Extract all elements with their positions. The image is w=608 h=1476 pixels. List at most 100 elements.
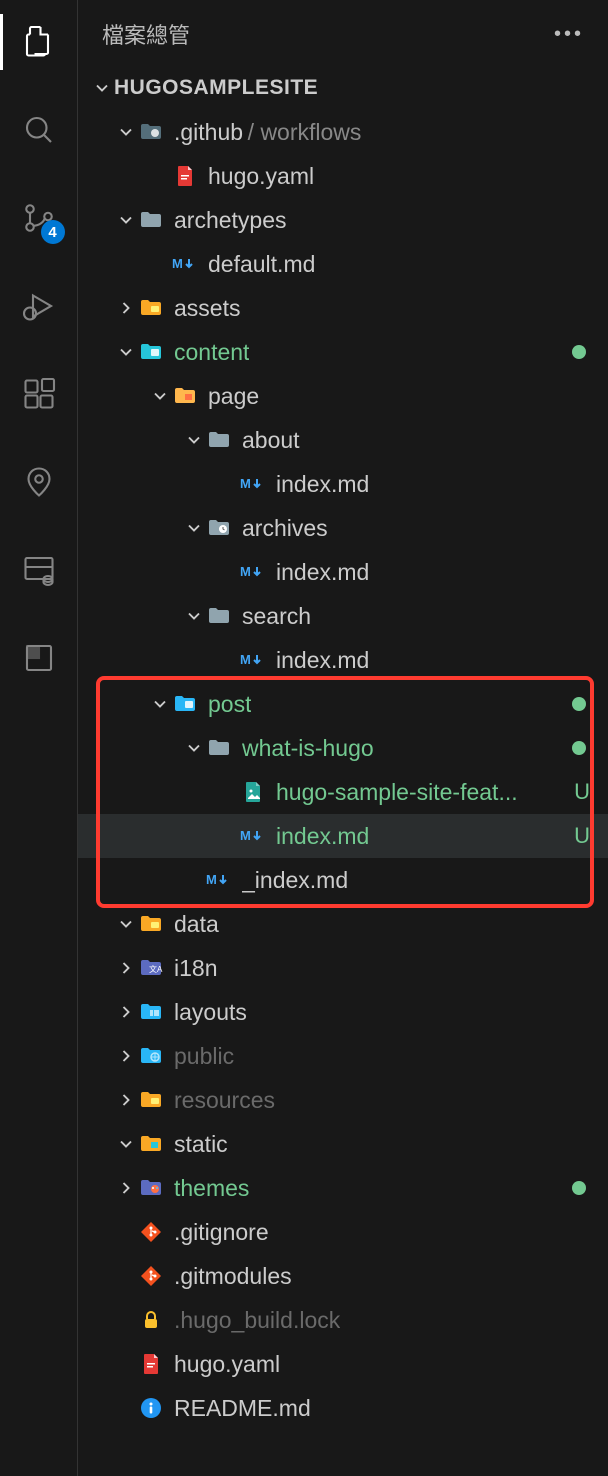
tree-file[interactable]: M _index.md: [78, 858, 608, 902]
sidebar-title: 檔案總管: [102, 18, 190, 50]
folder-layouts-icon: [138, 999, 164, 1025]
tree-folder[interactable]: .github / workflows: [78, 110, 608, 154]
chevron-down-icon[interactable]: [114, 340, 138, 364]
folder-yellow-icon: [138, 295, 164, 321]
yaml-red-icon: [138, 1351, 164, 1377]
tree-folder[interactable]: archetypes: [78, 198, 608, 242]
tree-file[interactable]: Mindex.md: [78, 638, 608, 682]
chevron-right-icon[interactable]: [114, 956, 138, 980]
gitlens-tab-icon[interactable]: [19, 462, 59, 502]
path-suffix: / workflows: [243, 119, 361, 146]
git-modified-dot-icon: [572, 1181, 586, 1195]
git-icon: [138, 1219, 164, 1245]
tree-file[interactable]: hugo-sample-site-feat... U: [78, 770, 608, 814]
tree-item-label: page: [208, 383, 259, 410]
chevron-right-icon[interactable]: [114, 1000, 138, 1024]
chevron-down-icon[interactable]: [148, 384, 172, 408]
folder-gray-icon: [206, 427, 232, 453]
chevron-down-icon[interactable]: [182, 428, 206, 452]
extensions-tab-icon[interactable]: [19, 374, 59, 414]
workspace-root[interactable]: HUGOSAMPLESITE: [78, 68, 608, 110]
svg-text:M: M: [240, 652, 251, 667]
markdown-icon: M: [240, 647, 266, 673]
tree-item-label: index.md: [276, 647, 369, 674]
markdown-icon: M: [172, 251, 198, 277]
tree-item-label: public: [174, 1043, 234, 1070]
tree-item-label: default.md: [208, 251, 315, 278]
tree-file[interactable]: Mdefault.md: [78, 242, 608, 286]
svg-text:M: M: [206, 872, 217, 887]
file-tree: .github / workflowshugo.yamlarchetypesMd…: [78, 110, 608, 1476]
folder-orange-icon: [172, 383, 198, 409]
tree-item-label: layouts: [174, 999, 247, 1026]
git-modified-dot-icon: [572, 741, 586, 755]
folder-clock-icon: [206, 515, 232, 541]
tree-item-label: i18n: [174, 955, 217, 982]
tree-file[interactable]: README.md: [78, 1386, 608, 1430]
tree-folder[interactable]: static: [78, 1122, 608, 1166]
source-control-badge: 4: [41, 220, 65, 244]
search-tab-icon[interactable]: [19, 110, 59, 150]
git-modified-dot-icon: [572, 697, 586, 711]
tree-folder[interactable]: post: [78, 682, 608, 726]
tree-folder[interactable]: public: [78, 1034, 608, 1078]
chevron-down-icon[interactable]: [182, 736, 206, 760]
tree-file[interactable]: hugo.yaml: [78, 154, 608, 198]
tree-folder[interactable]: about: [78, 418, 608, 462]
source-control-tab-icon[interactable]: 4: [19, 198, 59, 238]
markdown-icon: M: [240, 559, 266, 585]
database-tab-icon[interactable]: [19, 550, 59, 590]
explorer-tab-icon[interactable]: [19, 22, 59, 62]
chevron-down-icon[interactable]: [114, 912, 138, 936]
chevron-right-icon[interactable]: [114, 1088, 138, 1112]
tree-item-label: README.md: [174, 1395, 311, 1422]
tree-folder[interactable]: 文A i18n: [78, 946, 608, 990]
tree-item-label: .gitignore: [174, 1219, 269, 1246]
tree-folder[interactable]: assets: [78, 286, 608, 330]
more-actions-icon[interactable]: •••: [554, 23, 584, 46]
chevron-down-icon[interactable]: [114, 208, 138, 232]
image-green-icon: [240, 779, 266, 805]
tree-folder[interactable]: resources: [78, 1078, 608, 1122]
tree-file[interactable]: .gitmodules: [78, 1254, 608, 1298]
tree-folder[interactable]: layouts: [78, 990, 608, 1034]
chevron-right-icon[interactable]: [114, 1176, 138, 1200]
tree-file[interactable]: hugo.yaml: [78, 1342, 608, 1386]
tree-item-label: assets: [174, 295, 240, 322]
tree-file[interactable]: Mindex.md: [78, 550, 608, 594]
tree-item-label: about: [242, 427, 300, 454]
tree-folder[interactable]: themes: [78, 1166, 608, 1210]
tree-item-label: .gitmodules: [174, 1263, 292, 1290]
folder-yellow-icon: [138, 911, 164, 937]
tree-item-label: hugo-sample-site-feat...: [276, 779, 518, 806]
folder-post-icon: [172, 691, 198, 717]
run-debug-tab-icon[interactable]: [19, 286, 59, 326]
tree-file[interactable]: .hugo_build.lock: [78, 1298, 608, 1342]
tree-folder[interactable]: content: [78, 330, 608, 374]
chevron-down-icon[interactable]: [182, 516, 206, 540]
panel-tab-icon[interactable]: [19, 638, 59, 678]
chevron-down-icon[interactable]: [148, 692, 172, 716]
chevron-down-icon[interactable]: [114, 120, 138, 144]
chevron-down-icon[interactable]: [182, 604, 206, 628]
chevron-right-icon[interactable]: [114, 1044, 138, 1068]
chevron-right-icon[interactable]: [114, 296, 138, 320]
tree-folder[interactable]: what-is-hugo: [78, 726, 608, 770]
tree-file[interactable]: Mindex.md: [78, 462, 608, 506]
markdown-icon: M: [206, 867, 232, 893]
tree-item-label: what-is-hugo: [242, 735, 374, 762]
tree-file[interactable]: .gitignore: [78, 1210, 608, 1254]
tree-item-label: static: [174, 1131, 228, 1158]
svg-text:文A: 文A: [149, 964, 163, 974]
tree-item-label: _index.md: [242, 867, 348, 894]
tree-folder[interactable]: archives: [78, 506, 608, 550]
tree-folder[interactable]: page: [78, 374, 608, 418]
git-status-letter: U: [574, 779, 590, 805]
folder-yellow-icon: [138, 1087, 164, 1113]
workspace-root-label: HUGOSAMPLESITE: [114, 76, 318, 100]
tree-item-label: .github: [174, 119, 243, 146]
tree-folder[interactable]: search: [78, 594, 608, 638]
tree-file[interactable]: Mindex.mdU: [78, 814, 608, 858]
chevron-down-icon[interactable]: [114, 1132, 138, 1156]
tree-folder[interactable]: data: [78, 902, 608, 946]
